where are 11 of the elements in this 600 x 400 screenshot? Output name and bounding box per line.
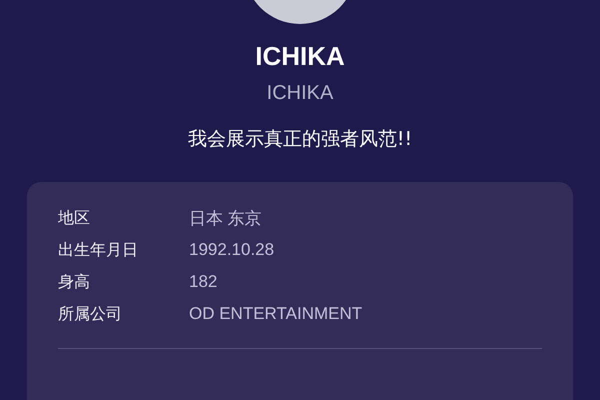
info-value: 1992.10.28 (189, 240, 274, 260)
profile-subtitle: ICHIKA (266, 81, 334, 106)
info-label: 地区 (58, 208, 91, 228)
profile-name: ICHIKA (255, 40, 345, 72)
info-value: 日本 东京 (189, 208, 262, 230)
info-value: OD ENTERTAINMENT (189, 304, 362, 324)
info-label: 所属公司 (58, 304, 123, 324)
info-value: 182 (189, 272, 218, 292)
info-label: 出生年月日 (58, 240, 139, 260)
info-label: 身高 (58, 272, 91, 292)
profile-motto: 我会展示真正的强者风范!! (188, 127, 412, 152)
